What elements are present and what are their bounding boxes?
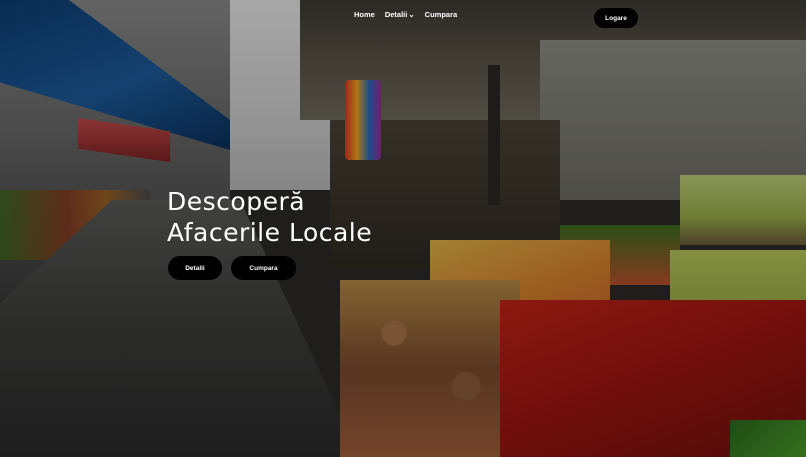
- hero-actions: Detalii Cumpara: [168, 256, 296, 280]
- buy-button[interactable]: Cumpara: [231, 256, 296, 280]
- nav-home-link[interactable]: Home: [354, 10, 375, 19]
- hero-headline-line-2: Afacerile Locale: [167, 218, 373, 247]
- nav-details-label: Detalii: [384, 10, 408, 19]
- details-button[interactable]: Detalii: [168, 256, 222, 280]
- nav-details-dropdown[interactable]: Detalii⌄: [385, 10, 415, 19]
- nav-buy-link[interactable]: Cumpara: [425, 10, 458, 19]
- hero-dark-overlay: [0, 0, 806, 457]
- hero-section: [0, 0, 806, 457]
- chevron-down-icon: ⌄: [408, 10, 415, 19]
- login-button[interactable]: Logare: [594, 8, 638, 28]
- hero-headline-line-1: Descoperă: [167, 187, 306, 216]
- hero-headline: Descoperă Afacerile Locale: [167, 186, 372, 248]
- top-navigation: Home Detalii⌄ Cumpara: [354, 10, 457, 19]
